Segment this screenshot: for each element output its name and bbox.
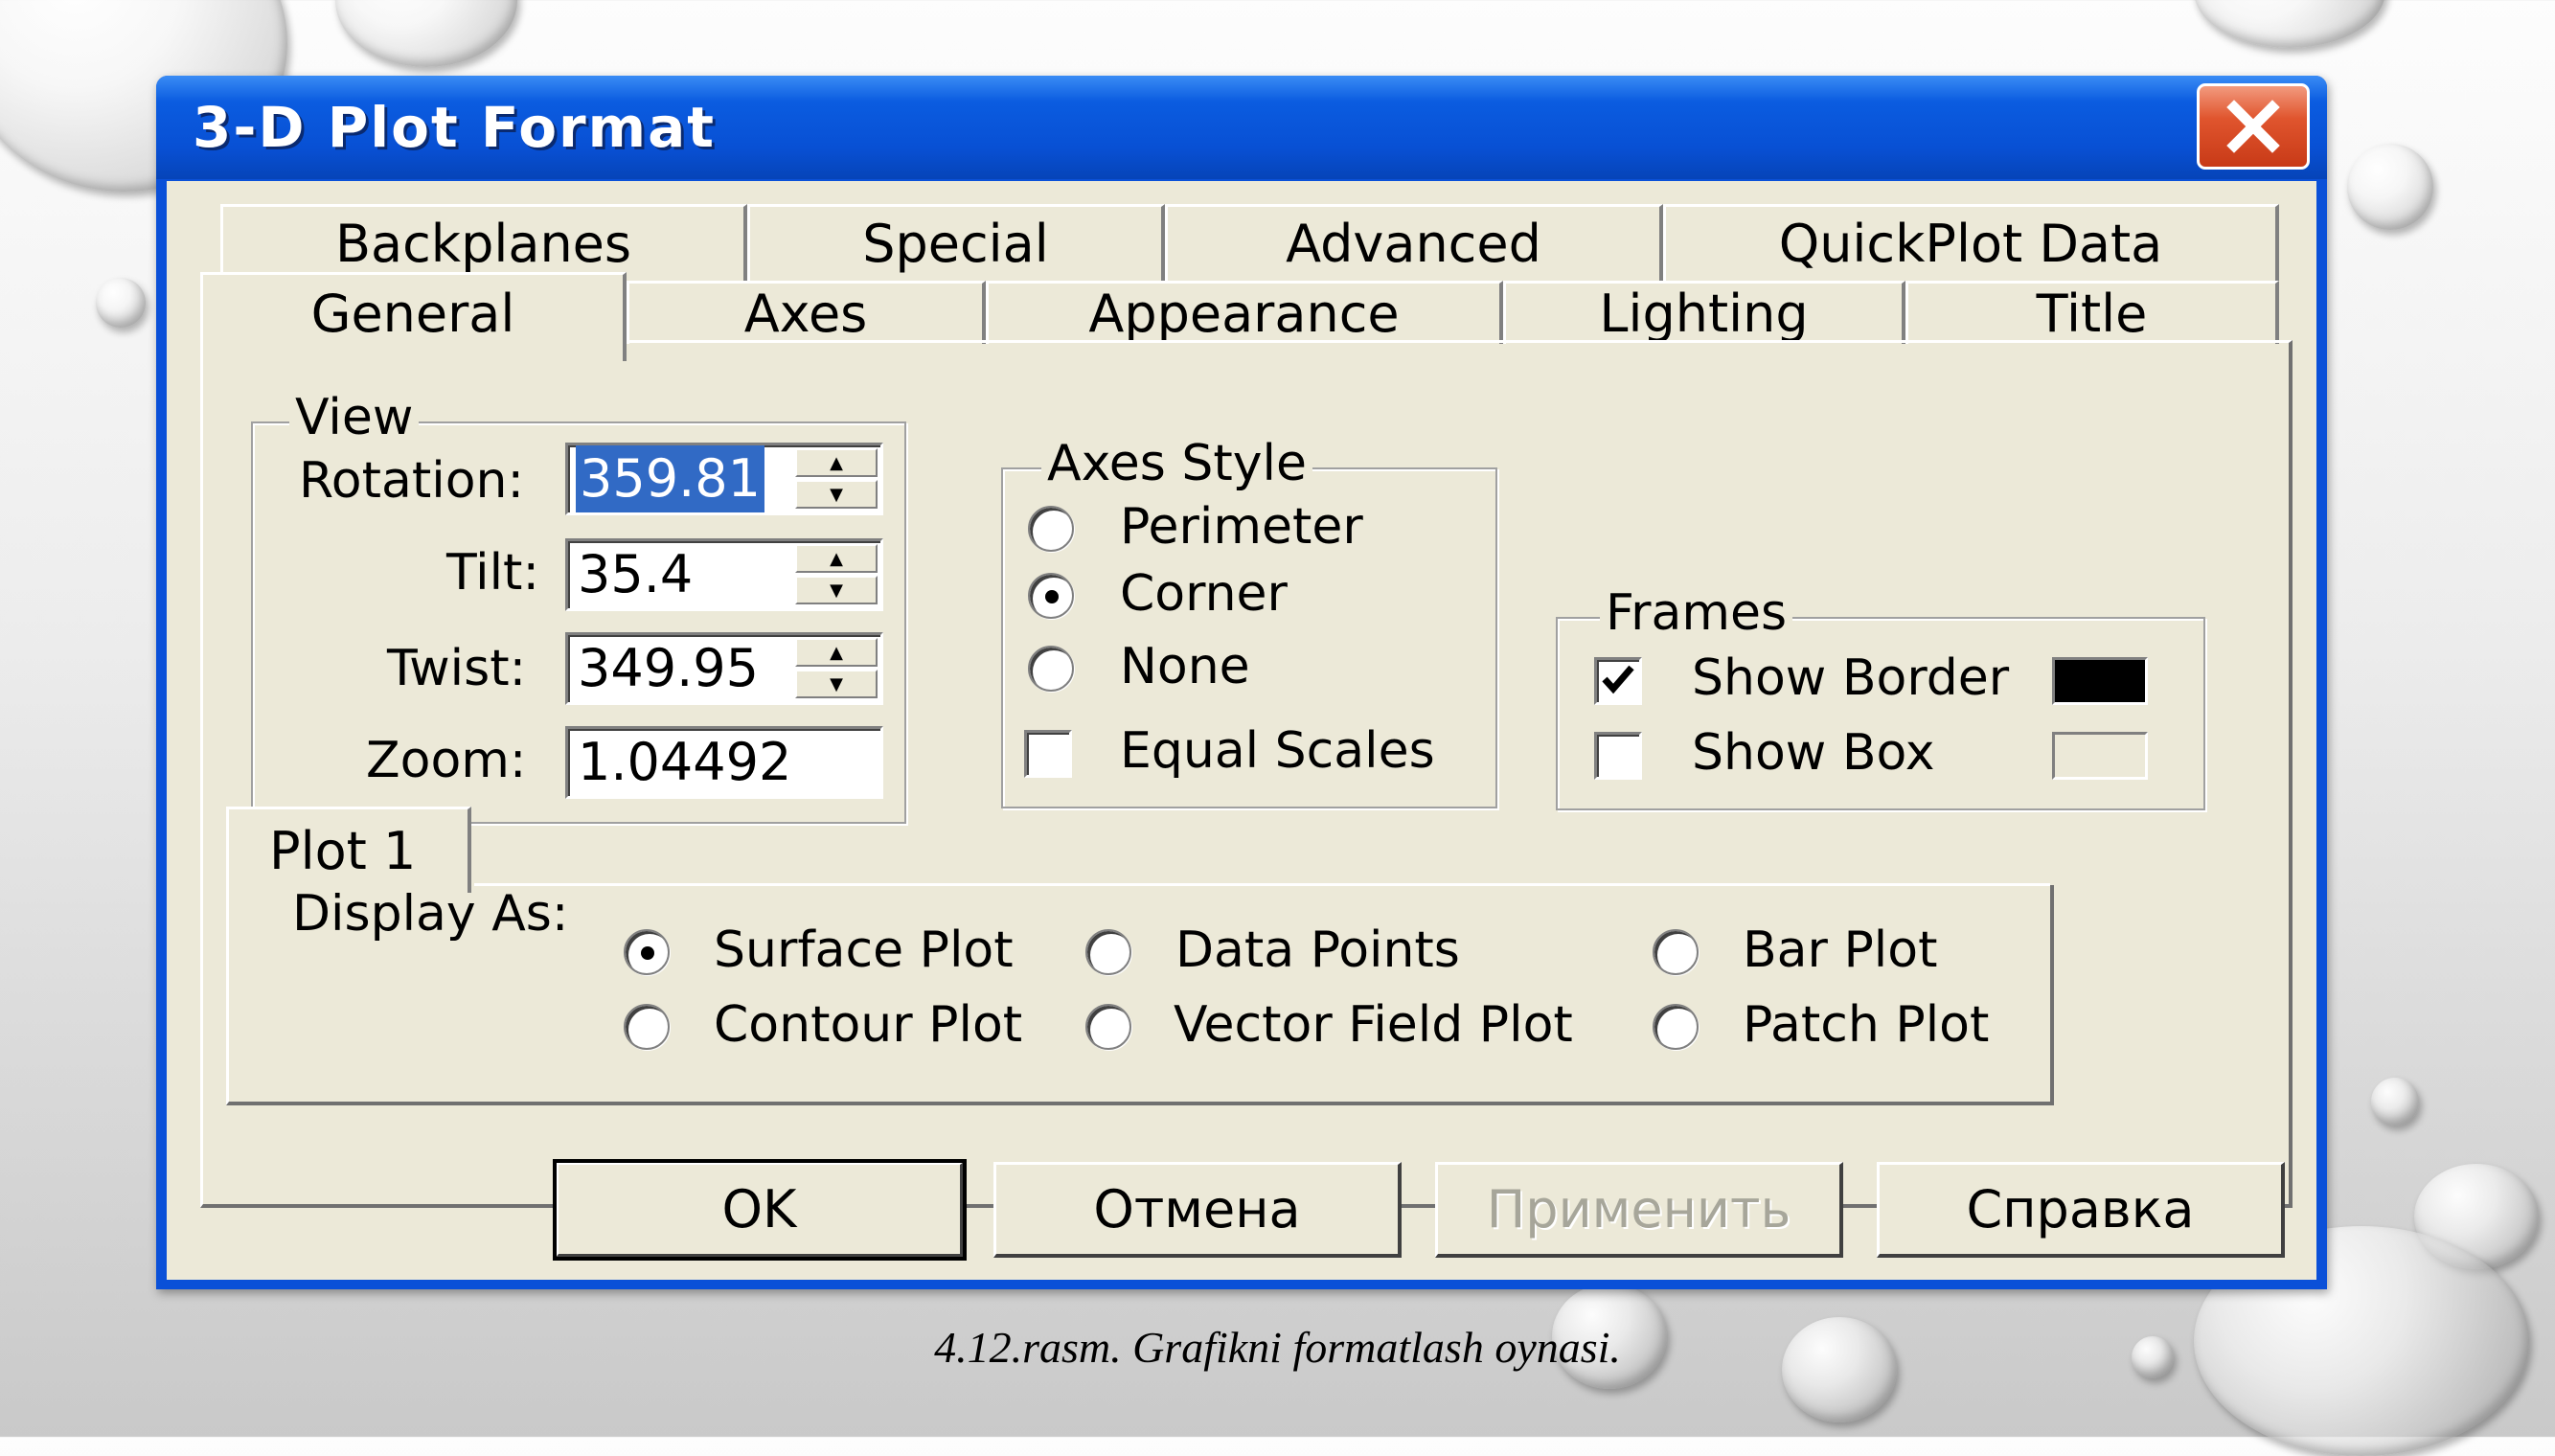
box-color-swatch[interactable]	[2052, 732, 2148, 780]
twist-value: 349.95	[578, 638, 759, 698]
rotation-value: 359.81	[576, 445, 764, 512]
plot-format-dialog: 3-D Plot Format Backplanes Special Advan…	[156, 76, 2327, 1289]
frames-group-label: Frames	[1600, 584, 1793, 642]
axes-style-group-label: Axes Style	[1041, 435, 1312, 492]
rotation-spin-input[interactable]: 359.81 ▲ ▼	[565, 443, 883, 515]
bar-plot-label: Bar Plot	[1743, 921, 1938, 979]
tab-backplanes[interactable]: Backplanes	[220, 204, 747, 281]
water-drop-decoration	[2347, 144, 2433, 230]
vector-field-plot-radio[interactable]	[1085, 1004, 1131, 1050]
tab-axes[interactable]: Axes	[627, 281, 986, 344]
tab-label: Title	[2036, 284, 2148, 344]
tab-label: Advanced	[1286, 214, 1541, 274]
spin-up-button[interactable]: ▲	[795, 544, 878, 573]
view-group: View Rotation: 359.81 ▲ ▼ Tilt: 35.4 ▲ ▼	[251, 389, 906, 824]
spin-down-button[interactable]: ▼	[795, 670, 878, 698]
button-label: Отмена	[1093, 1179, 1301, 1240]
tilt-spinner[interactable]: ▲ ▼	[795, 544, 878, 605]
twist-spin-input[interactable]: 349.95 ▲ ▼	[565, 632, 883, 705]
surface-plot-label: Surface Plot	[714, 921, 1014, 979]
spin-up-button[interactable]: ▲	[795, 638, 878, 667]
data-points-label: Data Points	[1175, 921, 1460, 979]
twist-spinner[interactable]: ▲ ▼	[795, 638, 878, 699]
apply-button[interactable]: Применить	[1435, 1162, 1843, 1258]
show-border-checkbox[interactable]	[1594, 657, 1642, 705]
close-icon	[2226, 100, 2280, 153]
contour-plot-label: Contour Plot	[714, 996, 1023, 1054]
water-drop-decoration	[96, 278, 146, 328]
title-bar[interactable]: 3-D Plot Format	[156, 76, 2327, 179]
tab-label: Special	[862, 214, 1049, 274]
close-button[interactable]	[2197, 83, 2310, 170]
checkmark-icon	[1602, 665, 1634, 694]
vector-field-plot-label: Vector Field Plot	[1174, 996, 1573, 1054]
plot-1-panel: Display As: Surface Plot Data Points Bar…	[226, 883, 2054, 1105]
spin-down-button[interactable]: ▼	[795, 576, 878, 604]
axes-style-group: Axes Style Perimeter Corner None Equal S…	[1001, 435, 1497, 808]
tab-general[interactable]: General	[200, 272, 627, 361]
view-group-label: View	[289, 389, 420, 446]
button-label: Справка	[1966, 1179, 2195, 1240]
data-points-radio[interactable]	[1085, 929, 1131, 975]
ok-button[interactable]: OK	[553, 1159, 967, 1261]
spin-up-button[interactable]: ▲	[795, 448, 878, 477]
spin-down-button[interactable]: ▼	[795, 480, 878, 509]
water-drop-decoration	[335, 0, 517, 67]
tab-label: General	[310, 283, 515, 344]
contour-plot-radio[interactable]	[624, 1004, 670, 1050]
rotation-spinner[interactable]: ▲ ▼	[795, 448, 878, 510]
bar-plot-radio[interactable]	[1653, 929, 1699, 975]
dialog-client-area: Backplanes Special Advanced QuickPlot Da…	[167, 181, 2316, 1280]
equal-scales-checkbox[interactable]	[1024, 730, 1072, 778]
water-drop-decoration	[2371, 1078, 2419, 1126]
tab-appearance[interactable]: Appearance	[986, 281, 1503, 344]
corner-label: Corner	[1120, 565, 1288, 623]
border-color-swatch[interactable]	[2052, 657, 2148, 705]
window-title: 3-D Plot Format	[193, 95, 716, 160]
tab-special[interactable]: Special	[747, 204, 1165, 281]
tab-label: Lighting	[1599, 284, 1809, 344]
general-tab-panel: View Rotation: 359.81 ▲ ▼ Tilt: 35.4 ▲ ▼	[200, 340, 2293, 1208]
button-label: Применить	[1486, 1179, 1791, 1240]
surface-plot-radio[interactable]	[624, 929, 670, 975]
display-as-label: Display As:	[292, 885, 569, 943]
zoom-value: 1.04492	[578, 732, 792, 792]
rotation-label: Rotation:	[299, 452, 524, 510]
tab-label: Plot 1	[269, 821, 417, 881]
zoom-input[interactable]: 1.04492	[565, 726, 883, 799]
cancel-button[interactable]: Отмена	[993, 1162, 1402, 1258]
tab-title[interactable]: Title	[1905, 281, 2279, 344]
patch-plot-label: Patch Plot	[1743, 996, 1990, 1054]
button-label: OK	[721, 1179, 797, 1240]
show-box-checkbox[interactable]	[1594, 732, 1642, 780]
twist-label: Twist:	[387, 640, 527, 697]
tab-label: Appearance	[1088, 284, 1400, 344]
frames-group: Frames Show Border Show Box	[1556, 584, 2205, 810]
none-label: None	[1120, 638, 1250, 695]
figure-caption: 4.12.rasm. Grafikni formatlash oynasi.	[934, 1323, 1621, 1372]
tilt-spin-input[interactable]: 35.4 ▲ ▼	[565, 538, 883, 611]
tab-label: Backplanes	[334, 214, 632, 274]
show-border-label: Show Border	[1692, 649, 2010, 707]
tab-lighting[interactable]: Lighting	[1503, 281, 1905, 344]
show-box-label: Show Box	[1692, 724, 1935, 782]
help-button[interactable]: Справка	[1877, 1162, 2285, 1258]
water-drop-decoration	[2194, 0, 2385, 48]
equal-scales-label: Equal Scales	[1120, 722, 1435, 780]
zoom-label: Zoom:	[366, 732, 527, 789]
patch-plot-radio[interactable]	[1653, 1004, 1699, 1050]
tilt-label: Tilt:	[446, 544, 539, 602]
none-radio[interactable]	[1028, 646, 1074, 692]
tab-label: Axes	[743, 284, 868, 344]
tab-advanced[interactable]: Advanced	[1165, 204, 1663, 281]
tab-quickplot-data[interactable]: QuickPlot Data	[1663, 204, 2279, 281]
perimeter-radio[interactable]	[1028, 506, 1074, 552]
corner-radio[interactable]	[1028, 573, 1074, 619]
tab-plot-1[interactable]: Plot 1	[226, 807, 471, 893]
perimeter-label: Perimeter	[1120, 498, 1363, 556]
tilt-value: 35.4	[578, 544, 694, 604]
tab-label: QuickPlot Data	[1778, 214, 2163, 274]
